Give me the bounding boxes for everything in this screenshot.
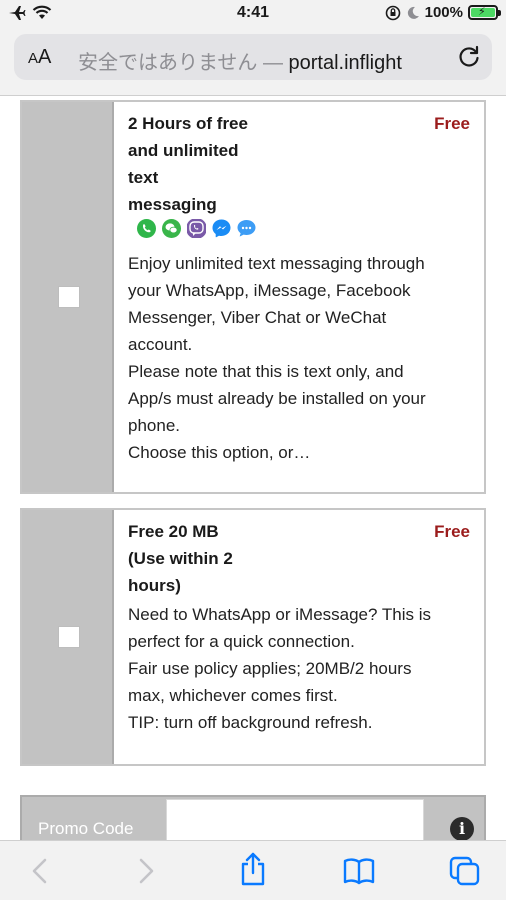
- browser-top-chrome: AA 安全ではありません — portal.inflight: [0, 28, 506, 96]
- promo-code-label: Promo Code: [38, 819, 134, 838]
- security-warning: 安全ではありません —: [78, 52, 289, 74]
- whatsapp-icon: [137, 219, 156, 238]
- wechat-icon: [162, 219, 181, 238]
- plan-price: Free: [434, 114, 470, 133]
- messenger-icon: [212, 219, 231, 238]
- plan-title: 2 Hours of free and unlimited text messa…: [128, 114, 248, 214]
- status-bar: 4:41 100% ⚡: [0, 0, 506, 28]
- bolt-icon: ⚡: [478, 6, 486, 18]
- plan-description: Enjoy unlimited text messaging through y…: [128, 254, 426, 462]
- plan-select-column[interactable]: [22, 510, 114, 764]
- bookmarks-icon[interactable]: [342, 855, 376, 887]
- plan-description: Need to WhatsApp or iMessage? This is pe…: [128, 605, 431, 732]
- promo-code-input[interactable]: [166, 799, 424, 840]
- plan-price: Free: [434, 522, 470, 541]
- back-icon[interactable]: [24, 855, 58, 887]
- url-field[interactable]: 安全ではありません — portal.inflight: [78, 46, 448, 75]
- plan-checkbox[interactable]: [58, 626, 80, 648]
- info-icon[interactable]: i: [450, 817, 474, 840]
- viber-icon: [187, 219, 206, 238]
- page-content: 2 Hours of free and unlimited text messa…: [0, 97, 506, 840]
- url-host: portal.inflight: [288, 52, 402, 74]
- screen-lock-rotation-icon: [385, 5, 400, 20]
- plan-title: Free 20 MB (Use within 2 hours): [128, 522, 233, 595]
- browser-toolbar: [0, 840, 506, 900]
- text-size-button[interactable]: AA: [28, 46, 51, 69]
- share-icon[interactable]: [236, 851, 270, 887]
- forward-icon[interactable]: [128, 855, 162, 887]
- moon-icon: [407, 6, 419, 19]
- plan-select-column[interactable]: [22, 102, 114, 492]
- plan-checkbox[interactable]: [58, 286, 80, 308]
- plan-card-20mb[interactable]: Free 20 MB (Use within 2 hours) Free Nee…: [20, 508, 486, 766]
- status-right: 100% ⚡: [385, 4, 501, 21]
- plan-card-messaging[interactable]: 2 Hours of free and unlimited text messa…: [20, 100, 486, 494]
- address-bar[interactable]: AA 安全ではありません — portal.inflight: [14, 34, 492, 80]
- promo-code-row: Promo Code i: [20, 795, 486, 840]
- imessage-icon: [237, 220, 256, 237]
- tabs-icon[interactable]: [448, 855, 482, 887]
- battery-charging-icon: ⚡: [468, 5, 501, 20]
- reload-icon[interactable]: [456, 44, 482, 70]
- battery-percent: 100%: [424, 4, 463, 21]
- supported-apps: [136, 218, 257, 239]
